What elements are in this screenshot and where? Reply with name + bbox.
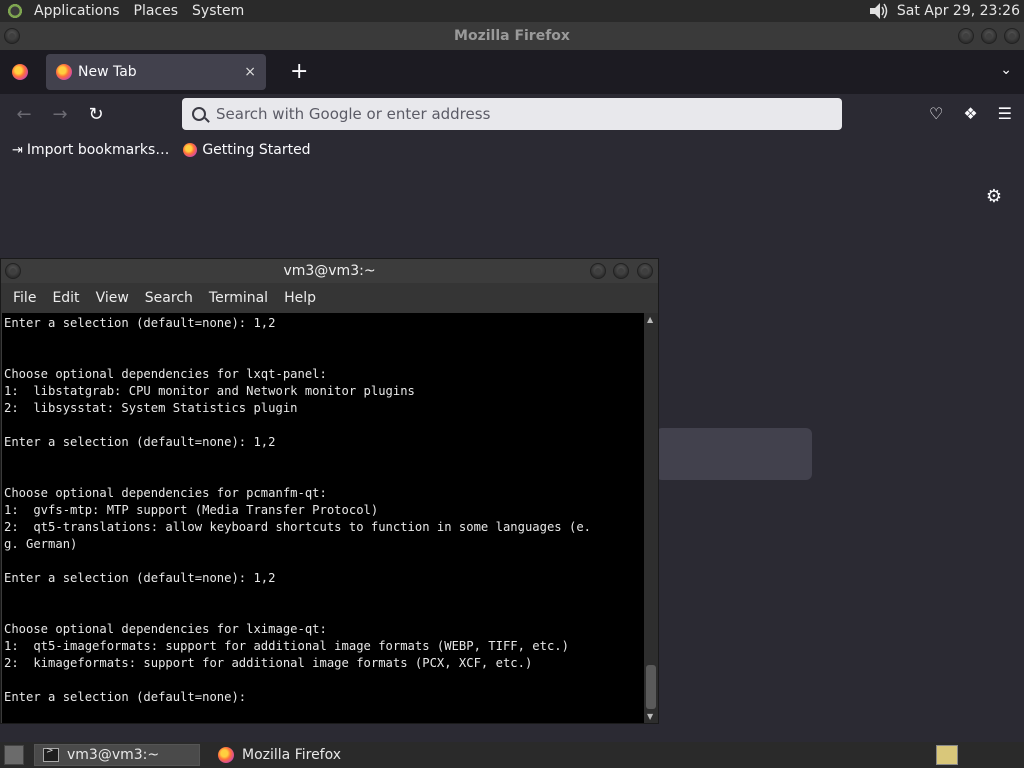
terminal-line: 2: kimageformats: support for additional… — [4, 656, 533, 670]
menu-help[interactable]: Help — [276, 290, 324, 306]
terminal-title: vm3@vm3:~ — [283, 263, 376, 279]
firefox-view-icon[interactable] — [12, 64, 28, 80]
bookmark-label: Getting Started — [202, 142, 311, 158]
url-bar[interactable]: Search with Google or enter address — [182, 98, 842, 130]
tab-new-tab[interactable]: New Tab × — [46, 54, 266, 90]
terminal-line: 2: libsysstat: System Statistics plugin — [4, 401, 298, 415]
terminal-line: 1: qt5-imageformats: support for additio… — [4, 639, 569, 653]
terminal-line: Choose optional dependencies for pcmanfm… — [4, 486, 327, 500]
taskbar-item-label: vm3@vm3:~ — [67, 747, 160, 763]
list-all-tabs-chevron-icon[interactable]: ⌄ — [1000, 62, 1012, 78]
firefox-favicon-icon — [56, 64, 72, 80]
taskbar-item-terminal[interactable]: vm3@vm3:~ — [34, 744, 200, 766]
menu-edit[interactable]: Edit — [44, 290, 87, 306]
firefox-window-title: Mozilla Firefox — [454, 28, 570, 44]
distro-logo-icon[interactable] — [6, 2, 24, 20]
workspace-switcher[interactable] — [936, 745, 958, 765]
terminal-window: vm3@vm3:~ File Edit View Search Terminal… — [0, 258, 659, 724]
scroll-down-arrow-icon[interactable]: ▼ — [647, 712, 653, 721]
clock[interactable]: Sat Apr 29, 23:26 — [897, 3, 1020, 19]
menu-search[interactable]: Search — [137, 290, 201, 306]
menu-view[interactable]: View — [88, 290, 137, 306]
terminal-menubar: File Edit View Search Terminal Help — [1, 283, 658, 313]
places-menu[interactable]: Places — [127, 0, 186, 22]
forward-arrow-icon[interactable]: → — [42, 104, 78, 125]
menu-file[interactable]: File — [5, 290, 44, 306]
terminal-line: g. German) — [4, 537, 78, 551]
firefox-icon — [218, 747, 234, 763]
bookmarks-toolbar: ⇥ Import bookmarks… Getting Started — [0, 134, 1024, 166]
taskbar-item-label: Mozilla Firefox — [242, 747, 342, 763]
url-placeholder: Search with Google or enter address — [216, 105, 491, 123]
terminal-line: Enter a selection (default=none): — [4, 690, 254, 704]
tab-close-icon[interactable]: × — [244, 64, 256, 80]
pocket-icon[interactable]: ♡ — [929, 104, 943, 123]
volume-icon[interactable] — [867, 1, 889, 21]
back-arrow-icon[interactable]: ← — [6, 104, 42, 125]
close-button[interactable] — [1004, 28, 1020, 44]
terminal-scrollbar[interactable]: ▲ ▼ — [644, 313, 658, 723]
getting-started-link[interactable]: Getting Started — [183, 142, 311, 158]
minimize-button[interactable] — [958, 28, 974, 44]
scrollbar-thumb[interactable] — [646, 665, 656, 709]
import-icon: ⇥ — [12, 142, 23, 158]
terminal-line: Enter a selection (default=none): 1,2 — [4, 571, 276, 585]
firefox-titlebar[interactable]: Mozilla Firefox — [0, 22, 1024, 50]
tab-bar: New Tab × + ⌄ — [0, 50, 1024, 94]
top-panel: Applications Places System Sat Apr 29, 2… — [0, 0, 1024, 22]
show-desktop-button[interactable] — [4, 745, 24, 765]
terminal-line: Enter a selection (default=none): 1,2 — [4, 316, 276, 330]
hamburger-menu-icon[interactable]: ☰ — [998, 104, 1012, 123]
tab-title: New Tab — [78, 64, 137, 80]
bookmark-label: Import bookmarks… — [26, 142, 170, 158]
window-menu-button[interactable] — [4, 28, 20, 44]
navigation-bar: ← → ↻ Search with Google or enter addres… — [0, 94, 1024, 134]
taskbar-item-firefox[interactable]: Mozilla Firefox — [210, 744, 349, 766]
bottom-panel: vm3@vm3:~ Mozilla Firefox — [0, 742, 1024, 768]
menu-terminal[interactable]: Terminal — [201, 290, 276, 306]
import-bookmarks-link[interactable]: ⇥ Import bookmarks… — [12, 142, 169, 158]
new-tab-search-box[interactable] — [656, 428, 812, 480]
scroll-up-arrow-icon[interactable]: ▲ — [647, 315, 653, 324]
terminal-line: Choose optional dependencies for lxqt-pa… — [4, 367, 327, 381]
terminal-line: 1: libstatgrab: CPU monitor and Network … — [4, 384, 415, 398]
gear-icon[interactable]: ⚙ — [986, 186, 1002, 207]
terminal-line: Choose optional dependencies for lximage… — [4, 622, 327, 636]
applications-menu[interactable]: Applications — [27, 0, 127, 22]
terminal-output[interactable]: Enter a selection (default=none): 1,2 Ch… — [2, 313, 644, 723]
terminal-titlebar[interactable]: vm3@vm3:~ — [1, 259, 658, 283]
maximize-button[interactable] — [981, 28, 997, 44]
maximize-button[interactable] — [613, 263, 629, 279]
system-menu[interactable]: System — [185, 0, 251, 22]
terminal-line: 2: qt5-translations: allow keyboard shor… — [4, 520, 591, 534]
window-menu-button[interactable] — [5, 263, 21, 279]
minimize-button[interactable] — [590, 263, 606, 279]
terminal-line: Enter a selection (default=none): 1,2 — [4, 435, 276, 449]
extensions-puzzle-icon[interactable]: ❖ — [963, 104, 977, 123]
terminal-line: 1: gvfs-mtp: MTP support (Media Transfer… — [4, 503, 379, 517]
search-icon — [192, 107, 206, 121]
terminal-icon — [43, 746, 59, 762]
new-tab-button[interactable]: + — [290, 61, 308, 83]
reload-icon[interactable]: ↻ — [78, 104, 114, 125]
firefox-favicon-icon — [183, 143, 198, 157]
close-button[interactable] — [637, 263, 653, 279]
